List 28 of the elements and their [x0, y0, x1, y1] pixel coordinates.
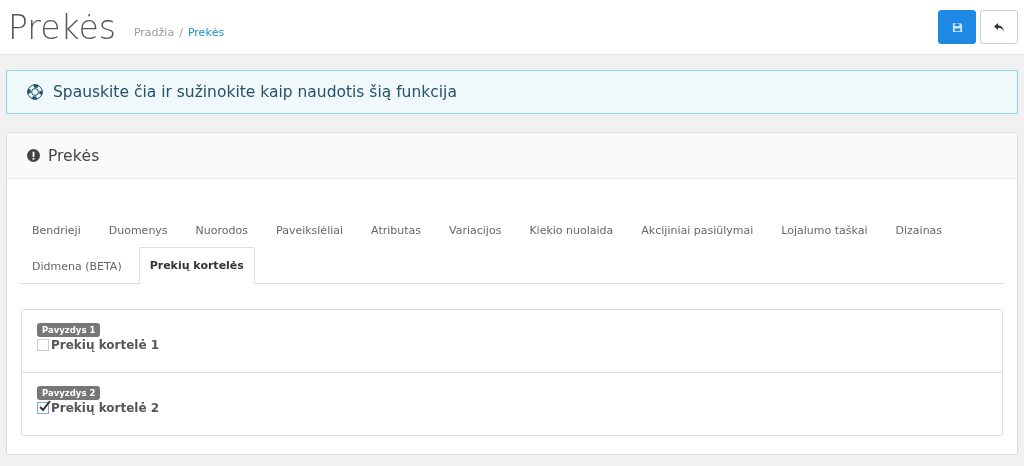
option-label: Prekių kortelė 2	[51, 401, 160, 415]
tab[interactable]: Lojalumo taškai	[770, 212, 879, 248]
help-link[interactable]: Spauskite čia ir sužinokite kaip naudotis šią funkcija	[53, 83, 457, 101]
checkbox[interactable]	[37, 402, 49, 414]
breadcrumb-current[interactable]: Prekės	[187, 25, 225, 39]
tab[interactable]: Prekių kortelės	[138, 247, 255, 284]
page-title: Prekės	[8, 7, 116, 47]
reply-arrow-icon	[993, 21, 1005, 33]
tab[interactable]: Dizainas	[884, 212, 954, 248]
tab[interactable]: Didmena (BETA)	[21, 247, 133, 284]
tab[interactable]: Bendrieji	[21, 212, 92, 248]
example-badge: Pavyzdys 2	[37, 386, 101, 400]
panel-title: Prekės	[48, 146, 100, 165]
back-button[interactable]	[980, 10, 1018, 44]
tab[interactable]: Duomenys	[97, 212, 179, 248]
tab[interactable]: Nuorodos	[184, 212, 259, 248]
tab[interactable]: Akcijiniai pasiūlymai	[630, 212, 765, 248]
tab[interactable]: Kiekio nuolaida	[518, 212, 625, 248]
checkbox[interactable]	[37, 339, 49, 351]
life-ring-icon	[27, 84, 43, 100]
tab[interactable]: Atributas	[360, 212, 433, 248]
option-label: Prekių kortelė 1	[51, 338, 160, 352]
example-badge: Pavyzdys 1	[37, 323, 101, 337]
tab[interactable]: Variacijos	[438, 212, 513, 248]
exclamation-circle-icon	[27, 149, 40, 162]
breadcrumb-separator: /	[179, 25, 183, 39]
tab[interactable]: Paveikslėliai	[265, 212, 355, 248]
save-button[interactable]	[938, 10, 976, 44]
